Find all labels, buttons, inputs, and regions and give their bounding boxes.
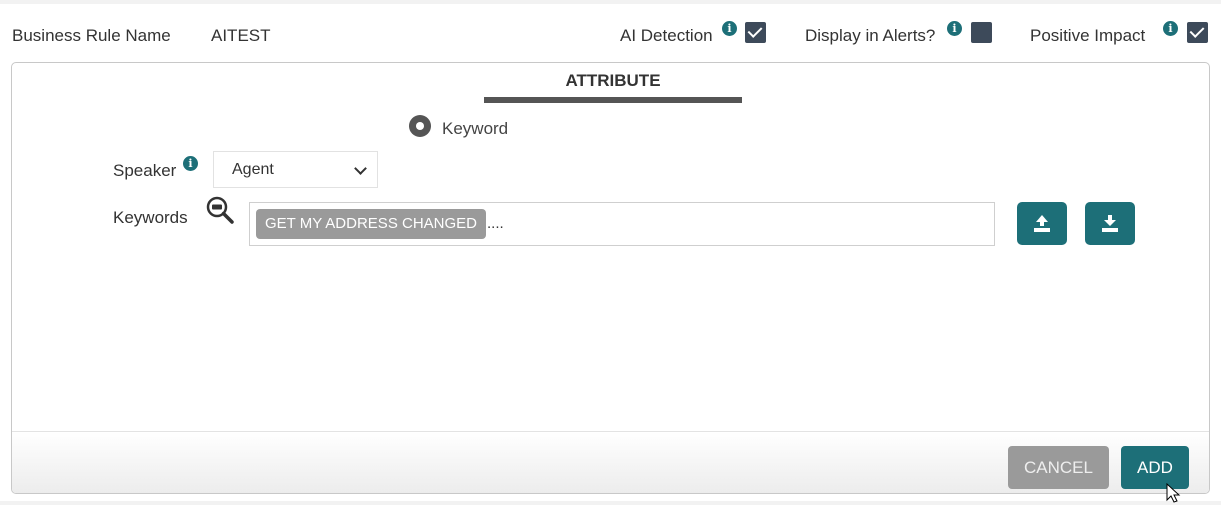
attribute-title: ATTRIBUTE — [565, 71, 661, 90]
keywords-label: Keywords — [113, 208, 188, 227]
upload-button[interactable] — [1017, 202, 1067, 245]
display-alerts-info-icon[interactable]: i — [947, 21, 962, 36]
attribute-tab-underline — [484, 97, 742, 103]
upload-icon — [1034, 215, 1050, 232]
attribute-card: ATTRIBUTE Keyword Speaker i Agent Keywor… — [11, 62, 1210, 494]
chevron-down-icon — [354, 162, 367, 175]
positive-impact-checkbox[interactable] — [1187, 22, 1208, 43]
download-icon — [1102, 215, 1118, 232]
speaker-select[interactable]: Agent — [213, 151, 378, 188]
positive-impact-info-icon[interactable]: i — [1163, 21, 1178, 36]
card-footer: CANCEL ADD — [12, 431, 1209, 493]
display-alerts-checkbox[interactable] — [971, 22, 992, 43]
speaker-info-icon[interactable]: i — [183, 156, 198, 171]
rule-name-label: Business Rule Name — [12, 26, 171, 45]
keyword-tag[interactable]: GET MY ADDRESS CHANGED — [256, 209, 486, 239]
cancel-button[interactable]: CANCEL — [1008, 446, 1109, 489]
cursor-icon — [1166, 483, 1181, 503]
keywords-input[interactable]: GET MY ADDRESS CHANGED .... — [249, 202, 995, 246]
ai-detection-label: AI Detection — [620, 26, 713, 45]
speaker-select-value: Agent — [232, 161, 274, 178]
business-rule-panel: Business Rule Name AITEST AI Detection i… — [0, 4, 1221, 501]
keyword-radio[interactable] — [409, 115, 431, 137]
keyword-input-text: .... — [487, 215, 504, 232]
search-icon[interactable] — [205, 195, 235, 225]
rule-name-value: AITEST — [211, 26, 271, 45]
download-button[interactable] — [1085, 202, 1135, 245]
keyword-radio-label[interactable]: Keyword — [442, 119, 508, 139]
ai-detection-checkbox[interactable] — [745, 22, 766, 43]
positive-impact-label: Positive Impact — [1030, 26, 1146, 45]
display-alerts-label: Display in Alerts? — [805, 26, 936, 45]
ai-detection-info-icon[interactable]: i — [722, 21, 737, 36]
speaker-label: Speaker — [113, 161, 177, 180]
